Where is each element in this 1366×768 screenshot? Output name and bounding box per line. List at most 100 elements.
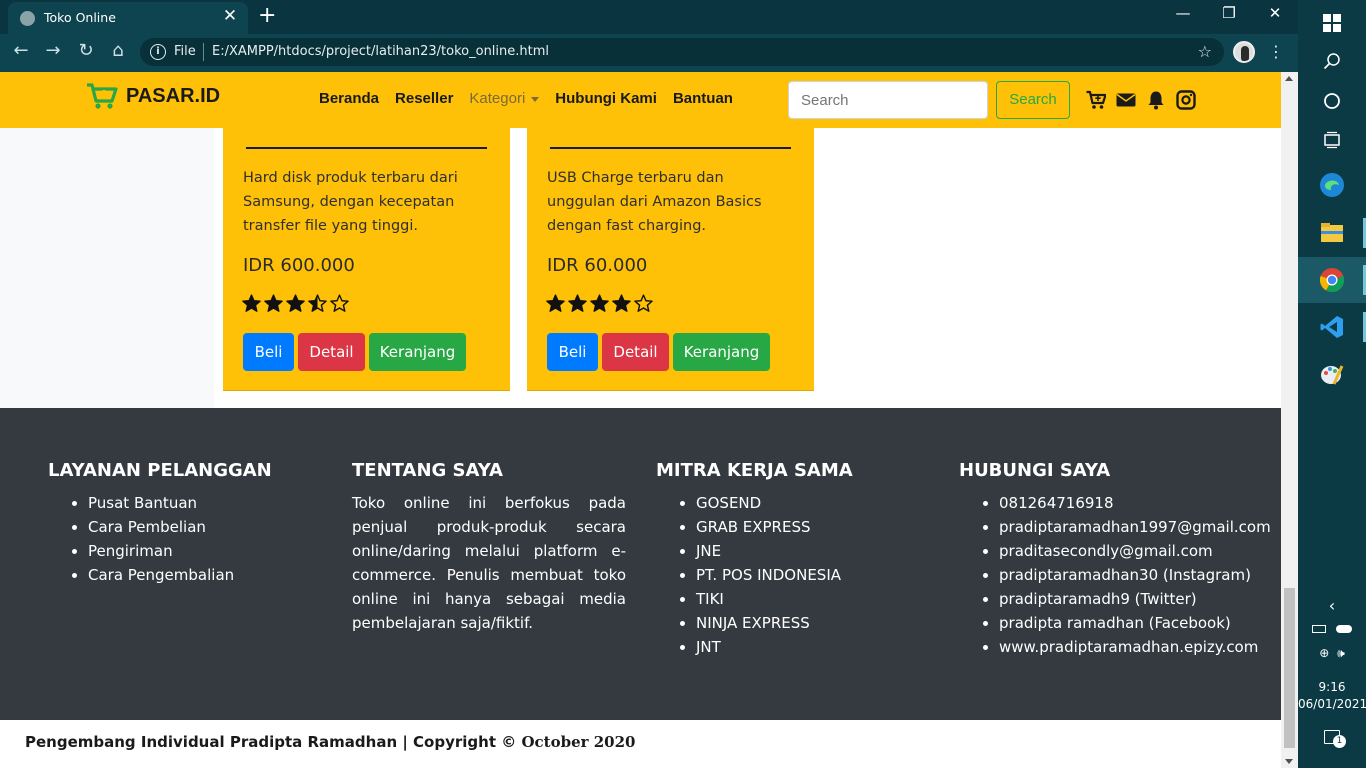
- footer-list: GOSEND GRAB EXPRESS JNE PT. POS INDONESI…: [656, 491, 853, 659]
- footer-list-item: pradipta ramadhan (Facebook): [999, 611, 1271, 635]
- bookmark-star-icon[interactable]: ☆: [1198, 42, 1212, 61]
- cart-icon[interactable]: [1086, 90, 1106, 110]
- rating-stars: [242, 294, 349, 313]
- footer-list-item: praditasecondly@gmail.com: [999, 539, 1271, 563]
- home-icon[interactable]: ⌂: [105, 40, 131, 61]
- copyright-bar: Pengembang Individual Pradipta Ramadhan …: [0, 720, 1281, 768]
- scrollbar-thumb[interactable]: [1284, 588, 1295, 748]
- notification-icon: 1: [1324, 730, 1346, 748]
- tray-icons-row: ⊕ 🕪: [1298, 646, 1366, 661]
- site-navbar: PASAR.ID Beranda Reseller Kategori Hubun…: [0, 72, 1281, 128]
- scroll-down-arrow[interactable]: [1285, 759, 1293, 764]
- footer-list-item[interactable]: Pengiriman: [88, 539, 272, 563]
- clock-date[interactable]: 06/01/2021: [1298, 697, 1366, 711]
- show-hidden-icons-chevron-icon[interactable]: ‹: [1298, 596, 1366, 615]
- footer-col-mitra: MITRA KERJA SAMA GOSEND GRAB EXPRESS JNE…: [656, 460, 853, 659]
- nav-dropdown-kategori[interactable]: Kategori: [469, 90, 540, 107]
- nav-link-beranda[interactable]: Beranda: [319, 90, 379, 107]
- detail-button[interactable]: Detail: [602, 333, 669, 371]
- product-card: USB Charge terbaru dan unggulan dari Ama…: [527, 128, 814, 391]
- scroll-up-arrow[interactable]: [1285, 76, 1293, 81]
- edge-icon: [1320, 173, 1344, 197]
- footer-list-item: pradiptaramadhan1997@gmail.com: [999, 515, 1271, 539]
- browser-toolbar: ← → ↻ ⌂ i File E:/XAMPP/htdocs/project/l…: [0, 34, 1298, 72]
- product-price: IDR 60.000: [547, 255, 648, 276]
- buy-button[interactable]: Beli: [243, 333, 294, 371]
- copyright-owner: Pengembang Individual Pradipta Ramadhan …: [25, 733, 522, 751]
- brand-logo[interactable]: PASAR.ID: [86, 82, 220, 110]
- footer-list: 081264716918 pradiptaramadhan1997@gmail.…: [959, 491, 1271, 659]
- nav-icons: [1086, 90, 1196, 110]
- search-icon: [1323, 53, 1340, 70]
- browser-tab[interactable]: Toko Online ✕: [8, 2, 248, 34]
- star-half-icon: [308, 294, 327, 312]
- footer-list-item: NINJA EXPRESS: [696, 611, 853, 635]
- minimize-button[interactable]: —: [1160, 4, 1206, 22]
- footer-heading: LAYANAN PELANGGAN: [48, 460, 272, 481]
- instagram-icon[interactable]: [1176, 90, 1196, 110]
- nav-links: Beranda Reseller Kategori Hubungi Kami B…: [319, 90, 749, 107]
- search-button[interactable]: Search: [996, 81, 1070, 119]
- detail-button[interactable]: Detail: [298, 333, 365, 371]
- footer-list-item[interactable]: Cara Pengembalian: [88, 563, 272, 587]
- nav-link-bantuan[interactable]: Bantuan: [673, 90, 733, 107]
- paint-icon: [1321, 365, 1344, 385]
- copyright-text: Pengembang Individual Pradipta Ramadhan …: [25, 733, 636, 751]
- taskbar-app-explorer[interactable]: [1298, 210, 1366, 256]
- forward-icon[interactable]: →: [40, 40, 66, 61]
- action-center-button[interactable]: 1: [1298, 730, 1366, 748]
- url-separator: [203, 43, 204, 61]
- back-icon[interactable]: ←: [8, 40, 34, 61]
- footer-list-item: JNE: [696, 539, 853, 563]
- cart-button[interactable]: Keranjang: [673, 333, 770, 371]
- footer-list-item: GRAB EXPRESS: [696, 515, 853, 539]
- taskbar-app-edge[interactable]: [1298, 162, 1366, 208]
- close-window-button[interactable]: ✕: [1252, 4, 1298, 22]
- volume-icon[interactable]: 🕪: [1337, 646, 1345, 660]
- clock-time[interactable]: 9:16: [1298, 680, 1366, 694]
- url-text[interactable]: E:/XAMPP/htdocs/project/latihan23/toko_o…: [212, 44, 549, 59]
- restore-button[interactable]: ❐: [1206, 4, 1252, 22]
- star-full-icon: [242, 294, 261, 312]
- network-globe-icon[interactable]: ⊕: [1319, 646, 1329, 660]
- search-input[interactable]: [788, 81, 988, 119]
- footer-list: Pusat Bantuan Cara Pembelian Pengiriman …: [48, 491, 272, 587]
- onedrive-icon[interactable]: [1336, 625, 1352, 633]
- card-divider: [550, 147, 791, 149]
- windows-logo-icon: [1323, 14, 1341, 32]
- card-buttons: Beli Detail Keranjang: [547, 333, 770, 371]
- nav-link-hubungi-kami[interactable]: Hubungi Kami: [555, 90, 657, 107]
- footer-list-item[interactable]: Cara Pembelian: [88, 515, 272, 539]
- new-tab-button[interactable]: +: [258, 3, 276, 28]
- envelope-icon[interactable]: [1116, 90, 1136, 110]
- taskbar-app-chrome[interactable]: [1298, 257, 1366, 303]
- page-viewport: Hard disk produk terbaru dari Samsung, d…: [0, 72, 1281, 768]
- address-bar[interactable]: i File E:/XAMPP/htdocs/project/latihan23…: [140, 38, 1224, 66]
- notification-badge: 1: [1333, 735, 1346, 748]
- info-icon[interactable]: i: [150, 44, 166, 60]
- bell-icon[interactable]: [1146, 90, 1166, 110]
- footer-heading: HUBUNGI SAYA: [959, 460, 1111, 481]
- nav-link-reseller[interactable]: Reseller: [395, 90, 453, 107]
- buy-button[interactable]: Beli: [547, 333, 598, 371]
- profile-avatar[interactable]: [1233, 41, 1255, 63]
- footer-heading: TENTANG SAYA: [352, 460, 503, 481]
- taskbar-app-paint[interactable]: [1298, 351, 1366, 397]
- battery-icon[interactable]: [1312, 625, 1326, 633]
- footer-list-item: www.pradiptaramadhan.epizy.com: [999, 635, 1271, 659]
- page-scrollbar[interactable]: [1281, 72, 1298, 768]
- task-view-button[interactable]: [1298, 117, 1366, 163]
- card-divider: [246, 147, 487, 149]
- product-price: IDR 600.000: [243, 255, 355, 276]
- reload-icon[interactable]: ↻: [73, 40, 99, 61]
- star-empty-icon: [330, 294, 349, 312]
- star-full-icon: [590, 294, 609, 312]
- cart-button[interactable]: Keranjang: [369, 333, 466, 371]
- browser-chrome: Toko Online ✕ + — ❐ ✕ ← → ↻ ⌂ i File E:/…: [0, 0, 1298, 72]
- footer-list-item[interactable]: Pusat Bantuan: [88, 491, 272, 515]
- close-tab-icon[interactable]: ✕: [220, 6, 240, 26]
- more-menu-icon[interactable]: ⋮: [1268, 42, 1284, 61]
- footer-list-item: PT. POS INDONESIA: [696, 563, 853, 587]
- taskbar-app-vscode[interactable]: [1298, 304, 1366, 350]
- cart-plus-icon: [87, 83, 118, 109]
